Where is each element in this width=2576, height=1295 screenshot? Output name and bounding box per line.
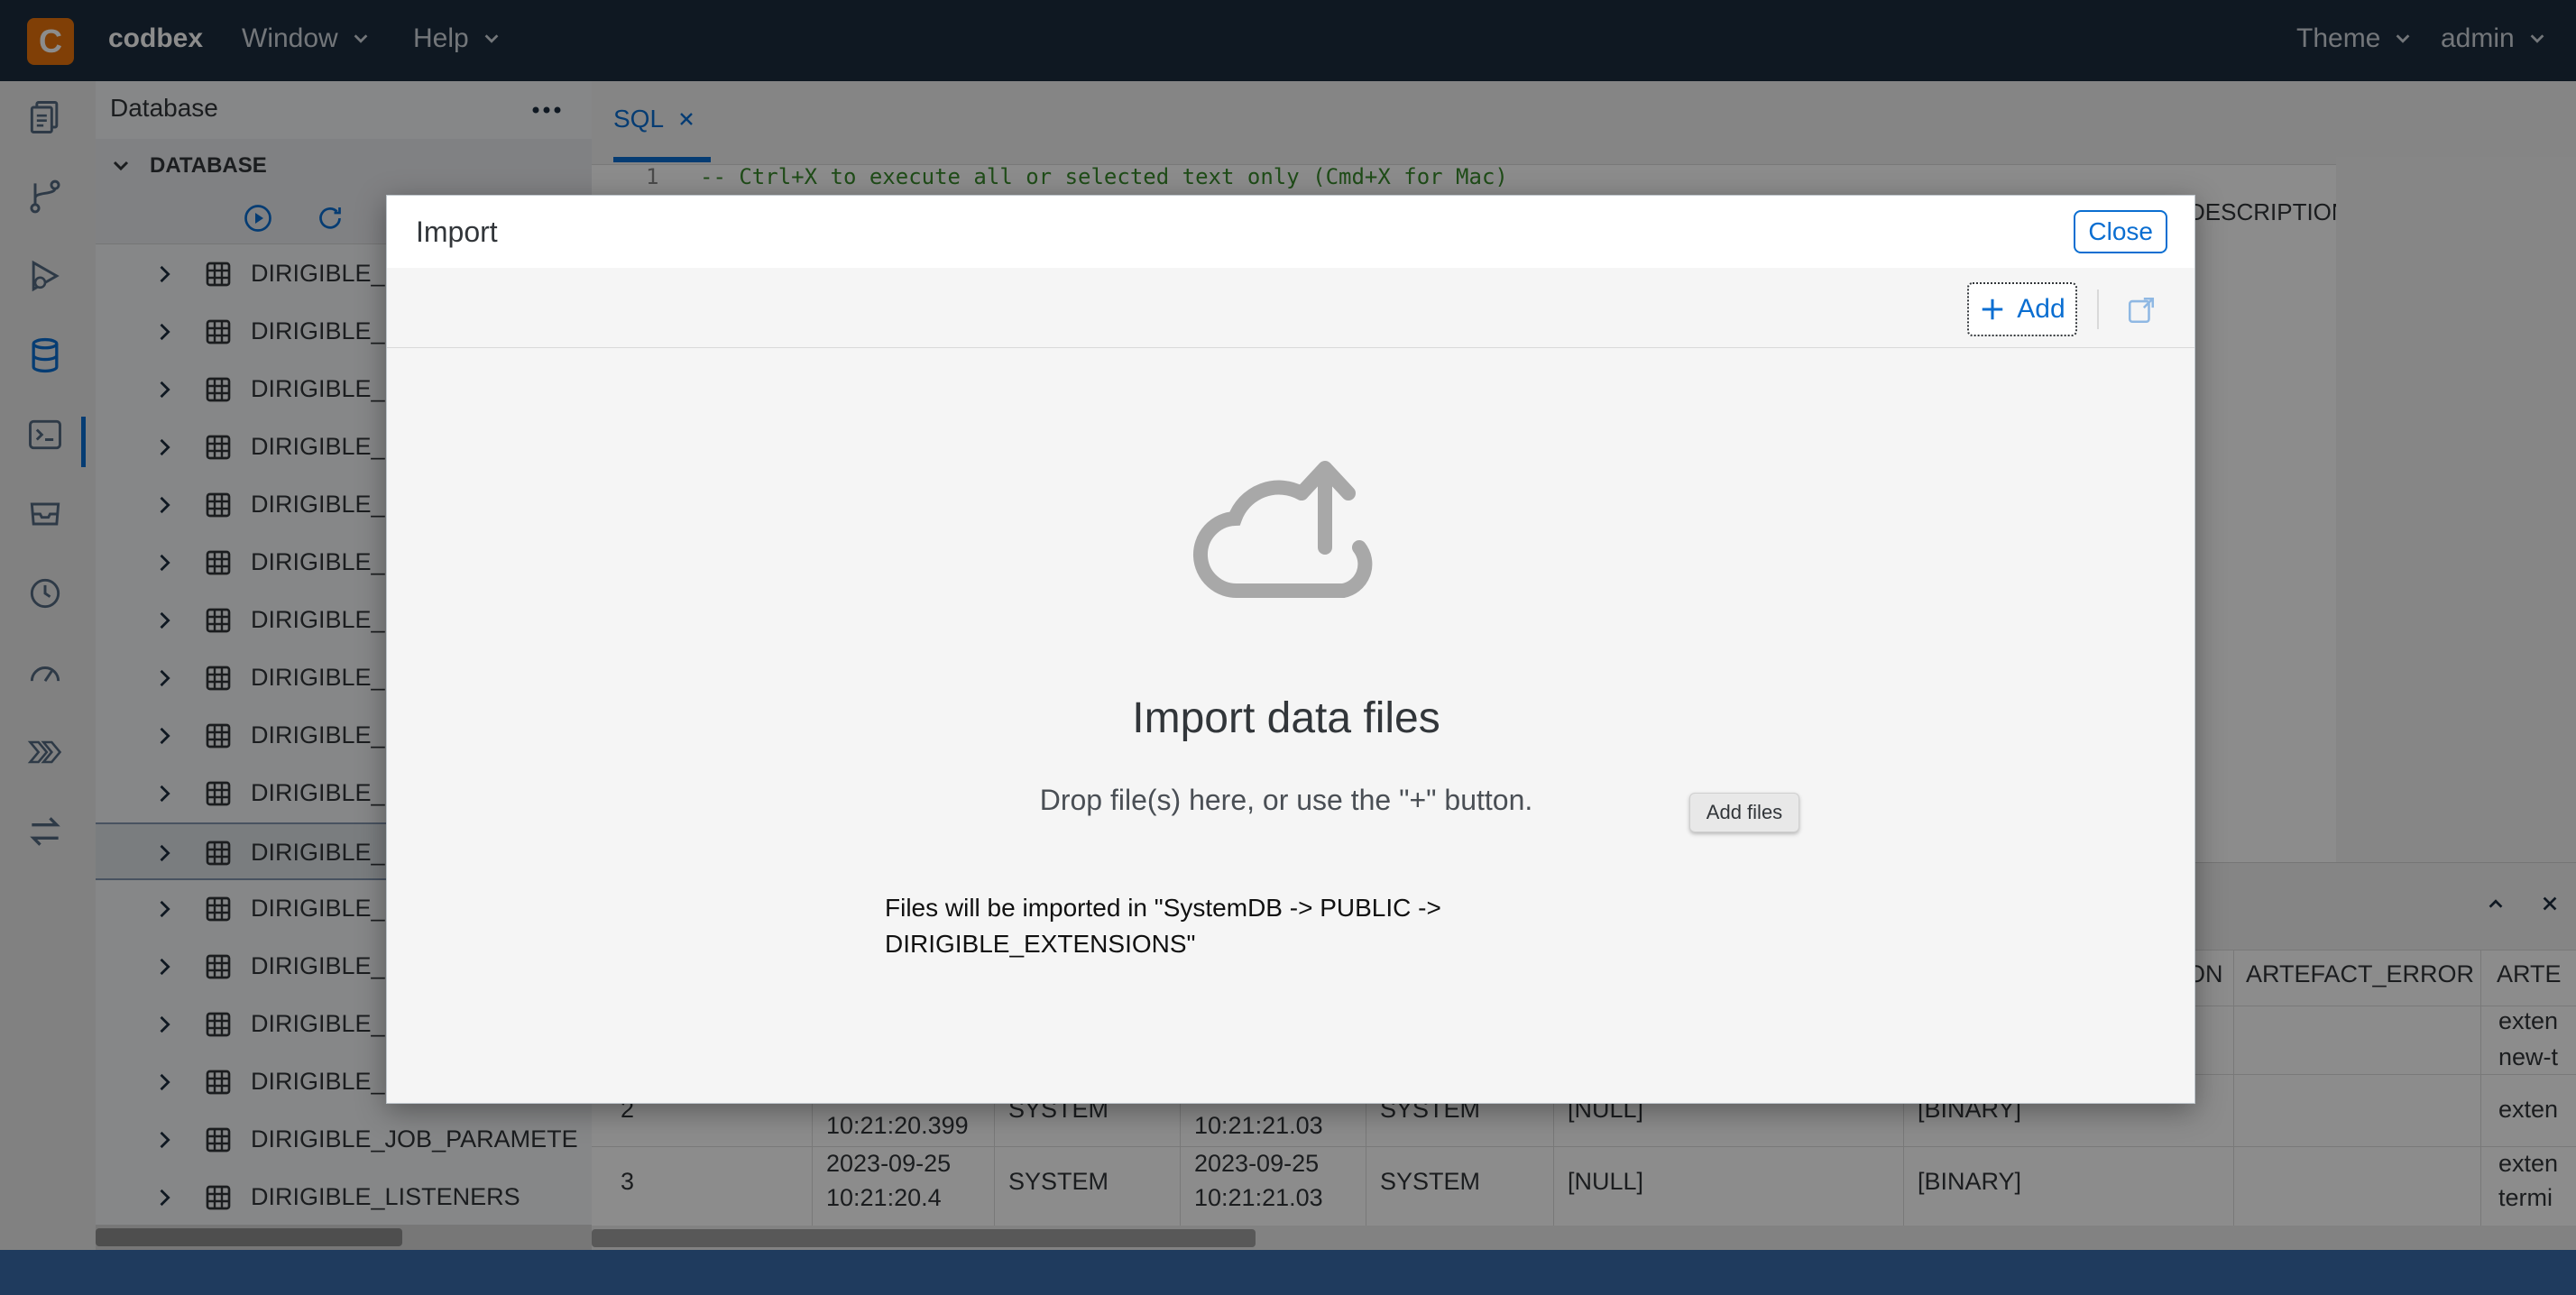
import-dialog: Import Close Add Import data files Drop … <box>386 195 2195 1104</box>
dialog-header: Import Close <box>387 196 2194 269</box>
note-line: Files will be imported in "SystemDB -> P… <box>885 894 1441 922</box>
dialog-toolbar: Add <box>387 268 2194 348</box>
note-line: DIRIGIBLE_EXTENSIONS" <box>885 930 1196 958</box>
add-button-label: Add <box>2017 294 2065 324</box>
add-button[interactable]: Add <box>1967 282 2077 336</box>
close-button[interactable]: Close <box>2074 210 2167 253</box>
cloud-upload-icon <box>1193 461 1373 599</box>
drop-zone-message[interactable]: Drop file(s) here, or use the "+" button… <box>387 784 2185 817</box>
import-target-note: Files will be imported in "SystemDB -> P… <box>885 890 1516 962</box>
toolbar-separator <box>2097 289 2099 329</box>
status-bar <box>0 1250 2576 1295</box>
plus-icon <box>1983 298 2003 320</box>
dialog-title: Import <box>416 216 498 248</box>
add-files-tooltip: Add files <box>1689 793 1799 832</box>
upload-all-icon[interactable] <box>2126 295 2157 326</box>
import-heading: Import data files <box>1132 694 1440 742</box>
